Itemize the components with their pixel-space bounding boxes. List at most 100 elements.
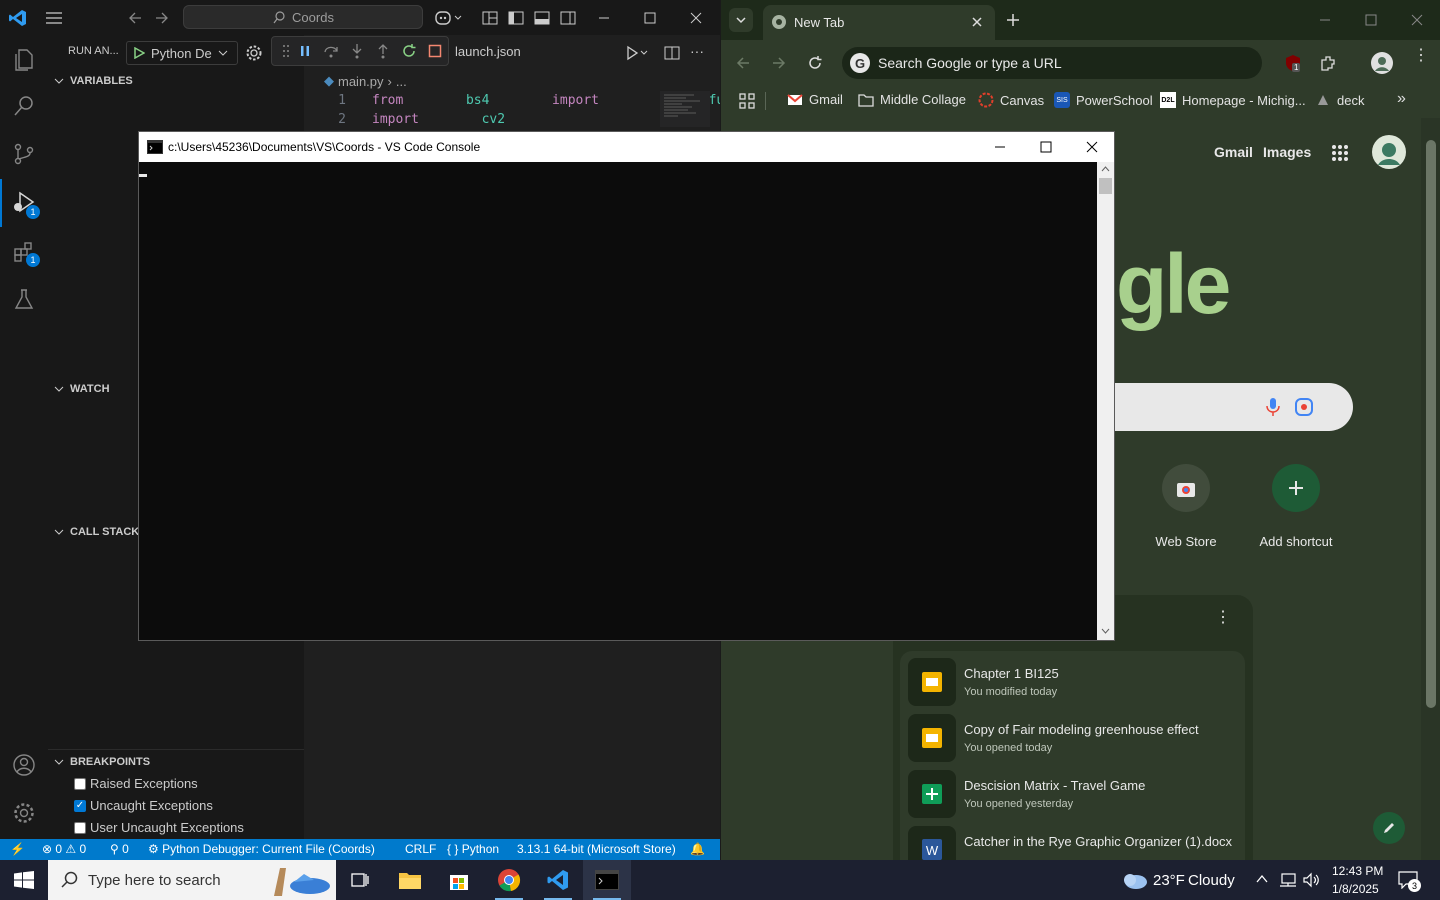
forward-arrow-icon[interactable]	[152, 8, 172, 28]
taskbar-search-box[interactable]: Type here to search	[48, 860, 336, 900]
console-window[interactable]: c:\Users\45236\Documents\VS\Coords - VS …	[138, 131, 1115, 641]
minimize-icon[interactable]	[994, 141, 1006, 153]
explorer-icon[interactable]	[12, 47, 36, 71]
pause-icon[interactable]	[297, 43, 313, 59]
card-menu-icon[interactable]: ⋮	[1215, 610, 1231, 626]
tab-search-button[interactable]	[729, 8, 753, 32]
reload-icon[interactable]	[807, 55, 823, 71]
bookmark-powerschool[interactable]: SIS PowerSchool	[1054, 92, 1153, 108]
remote-icon[interactable]: ⚡	[10, 842, 25, 856]
accounts-icon[interactable]	[12, 753, 36, 777]
clock-date[interactable]: 1/8/2025	[1332, 882, 1379, 896]
file-explorer-icon[interactable]	[386, 860, 434, 900]
drag-handle-icon[interactable]	[278, 43, 294, 59]
menu-icon[interactable]	[44, 8, 64, 28]
windows-start-icon[interactable]	[14, 871, 34, 889]
shortcut-add[interactable]: Add shortcut	[1246, 464, 1346, 549]
ublock-extension-icon[interactable]: 1	[1284, 54, 1302, 72]
interpreter-status[interactable]: 3.13.1 64-bit (Microsoft Store)	[517, 842, 676, 856]
close-icon[interactable]	[686, 8, 706, 28]
restart-icon[interactable]	[401, 43, 417, 59]
more-bookmarks-icon[interactable]: »	[1397, 90, 1406, 108]
settings-gear-icon[interactable]	[12, 801, 36, 825]
microsoft-store-icon[interactable]	[435, 860, 483, 900]
toggle-primary-sidebar-icon[interactable]	[506, 8, 526, 28]
notifications-bell-icon[interactable]: 🔔	[690, 842, 705, 856]
google-lens-icon[interactable]	[1295, 398, 1313, 416]
chevron-up-icon[interactable]	[1256, 874, 1268, 884]
breakpoints-section-header[interactable]: BREAKPOINTS	[54, 756, 150, 768]
close-icon[interactable]	[1086, 141, 1098, 153]
profile-avatar[interactable]	[1371, 52, 1393, 74]
scrollbar[interactable]	[1421, 118, 1440, 860]
minimize-icon[interactable]	[1319, 14, 1331, 26]
new-tab-plus-icon[interactable]	[1006, 13, 1020, 27]
shortcut-web-store[interactable]: Web Store	[1141, 464, 1231, 549]
google-account-avatar[interactable]	[1372, 135, 1406, 169]
console-scrollbar[interactable]	[1097, 162, 1114, 640]
run-file-icon[interactable]	[626, 45, 650, 61]
tab-launch-json[interactable]: launch.json	[455, 44, 521, 59]
weather-cloud-icon[interactable]	[1120, 870, 1148, 890]
apps-grid-icon[interactable]	[739, 93, 755, 109]
checkbox[interactable]	[74, 821, 86, 834]
maximize-icon[interactable]	[640, 8, 660, 28]
extensions-puzzle-icon[interactable]	[1319, 54, 1337, 72]
scroll-up-icon[interactable]	[1101, 166, 1110, 172]
command-center-search[interactable]: Coords	[183, 5, 423, 29]
debug-settings-gear-icon[interactable]	[245, 44, 263, 62]
bookmark-gmail[interactable]: Gmail	[787, 92, 843, 107]
images-link[interactable]: Images	[1263, 144, 1311, 160]
maximize-icon[interactable]	[1040, 141, 1052, 153]
voice-search-mic-icon[interactable]	[1266, 397, 1280, 417]
scrollbar-thumb[interactable]	[1099, 178, 1112, 194]
scroll-down-icon[interactable]	[1101, 628, 1110, 634]
notification-center-icon[interactable]: 3	[1398, 871, 1421, 892]
maximize-icon[interactable]	[1365, 14, 1377, 26]
ports-indicator[interactable]: ⚲ 0	[110, 842, 129, 856]
language-status[interactable]: { } Python	[447, 842, 499, 856]
bookmark-deck[interactable]: deck	[1315, 92, 1364, 108]
search-icon[interactable]	[12, 94, 36, 118]
task-view-icon[interactable]	[336, 860, 384, 900]
problems-indicator[interactable]: ⊗ 0 ⚠ 0	[42, 842, 86, 856]
back-arrow-icon[interactable]	[126, 8, 146, 28]
console-taskbar-icon[interactable]	[583, 860, 631, 900]
close-icon[interactable]	[1411, 14, 1423, 26]
toggle-secondary-sidebar-icon[interactable]	[558, 8, 578, 28]
breadcrumb-symbol[interactable]: ...	[396, 74, 407, 89]
debug-config-dropdown[interactable]: Python De	[126, 41, 238, 65]
scrollbar-thumb[interactable]	[1426, 140, 1436, 708]
stop-icon[interactable]	[427, 43, 443, 59]
tab-new-tab[interactable]: New Tab	[763, 5, 995, 40]
breakpoint-uncaught-exceptions[interactable]: ✓ Uncaught Exceptions	[74, 798, 213, 813]
network-icon[interactable]	[1279, 872, 1297, 888]
volume-icon[interactable]	[1302, 872, 1320, 888]
step-out-icon[interactable]	[375, 43, 391, 59]
more-actions-icon[interactable]: ···	[690, 43, 704, 59]
back-arrow-icon[interactable]	[735, 55, 751, 71]
step-over-icon[interactable]	[323, 43, 339, 59]
breakpoint-user-uncaught-exceptions[interactable]: User Uncaught Exceptions	[74, 820, 244, 835]
toggle-panel-icon[interactable]	[532, 8, 552, 28]
variables-section-header[interactable]: VARIABLES	[54, 75, 133, 87]
copilot-icon[interactable]	[434, 8, 466, 28]
checkbox-checked[interactable]: ✓	[74, 799, 86, 812]
breakpoint-raised-exceptions[interactable]: Raised Exceptions	[74, 776, 198, 791]
call-stack-section-header[interactable]: CALL STACK	[54, 526, 139, 538]
bookmark-canvas[interactable]: Canvas	[978, 92, 1044, 108]
testing-flask-icon[interactable]	[12, 287, 36, 311]
watch-section-header[interactable]: WATCH	[54, 383, 110, 395]
customize-layout-icon[interactable]	[480, 8, 500, 28]
omnibox[interactable]: G Search Google or type a URL	[842, 47, 1262, 79]
chrome-menu-icon[interactable]: ⋮	[1413, 48, 1429, 64]
customize-chrome-button[interactable]	[1373, 812, 1405, 844]
close-tab-icon[interactable]	[971, 16, 983, 28]
weather-temp[interactable]: 23°F	[1153, 872, 1185, 889]
forward-arrow-icon[interactable]	[771, 55, 787, 71]
eol-status[interactable]: CRLF	[405, 842, 436, 856]
bookmark-middle-collage[interactable]: Middle Collage	[858, 92, 966, 107]
step-into-icon[interactable]	[349, 43, 365, 59]
start-debug-icon[interactable]	[133, 47, 145, 59]
minimize-icon[interactable]	[594, 8, 614, 28]
